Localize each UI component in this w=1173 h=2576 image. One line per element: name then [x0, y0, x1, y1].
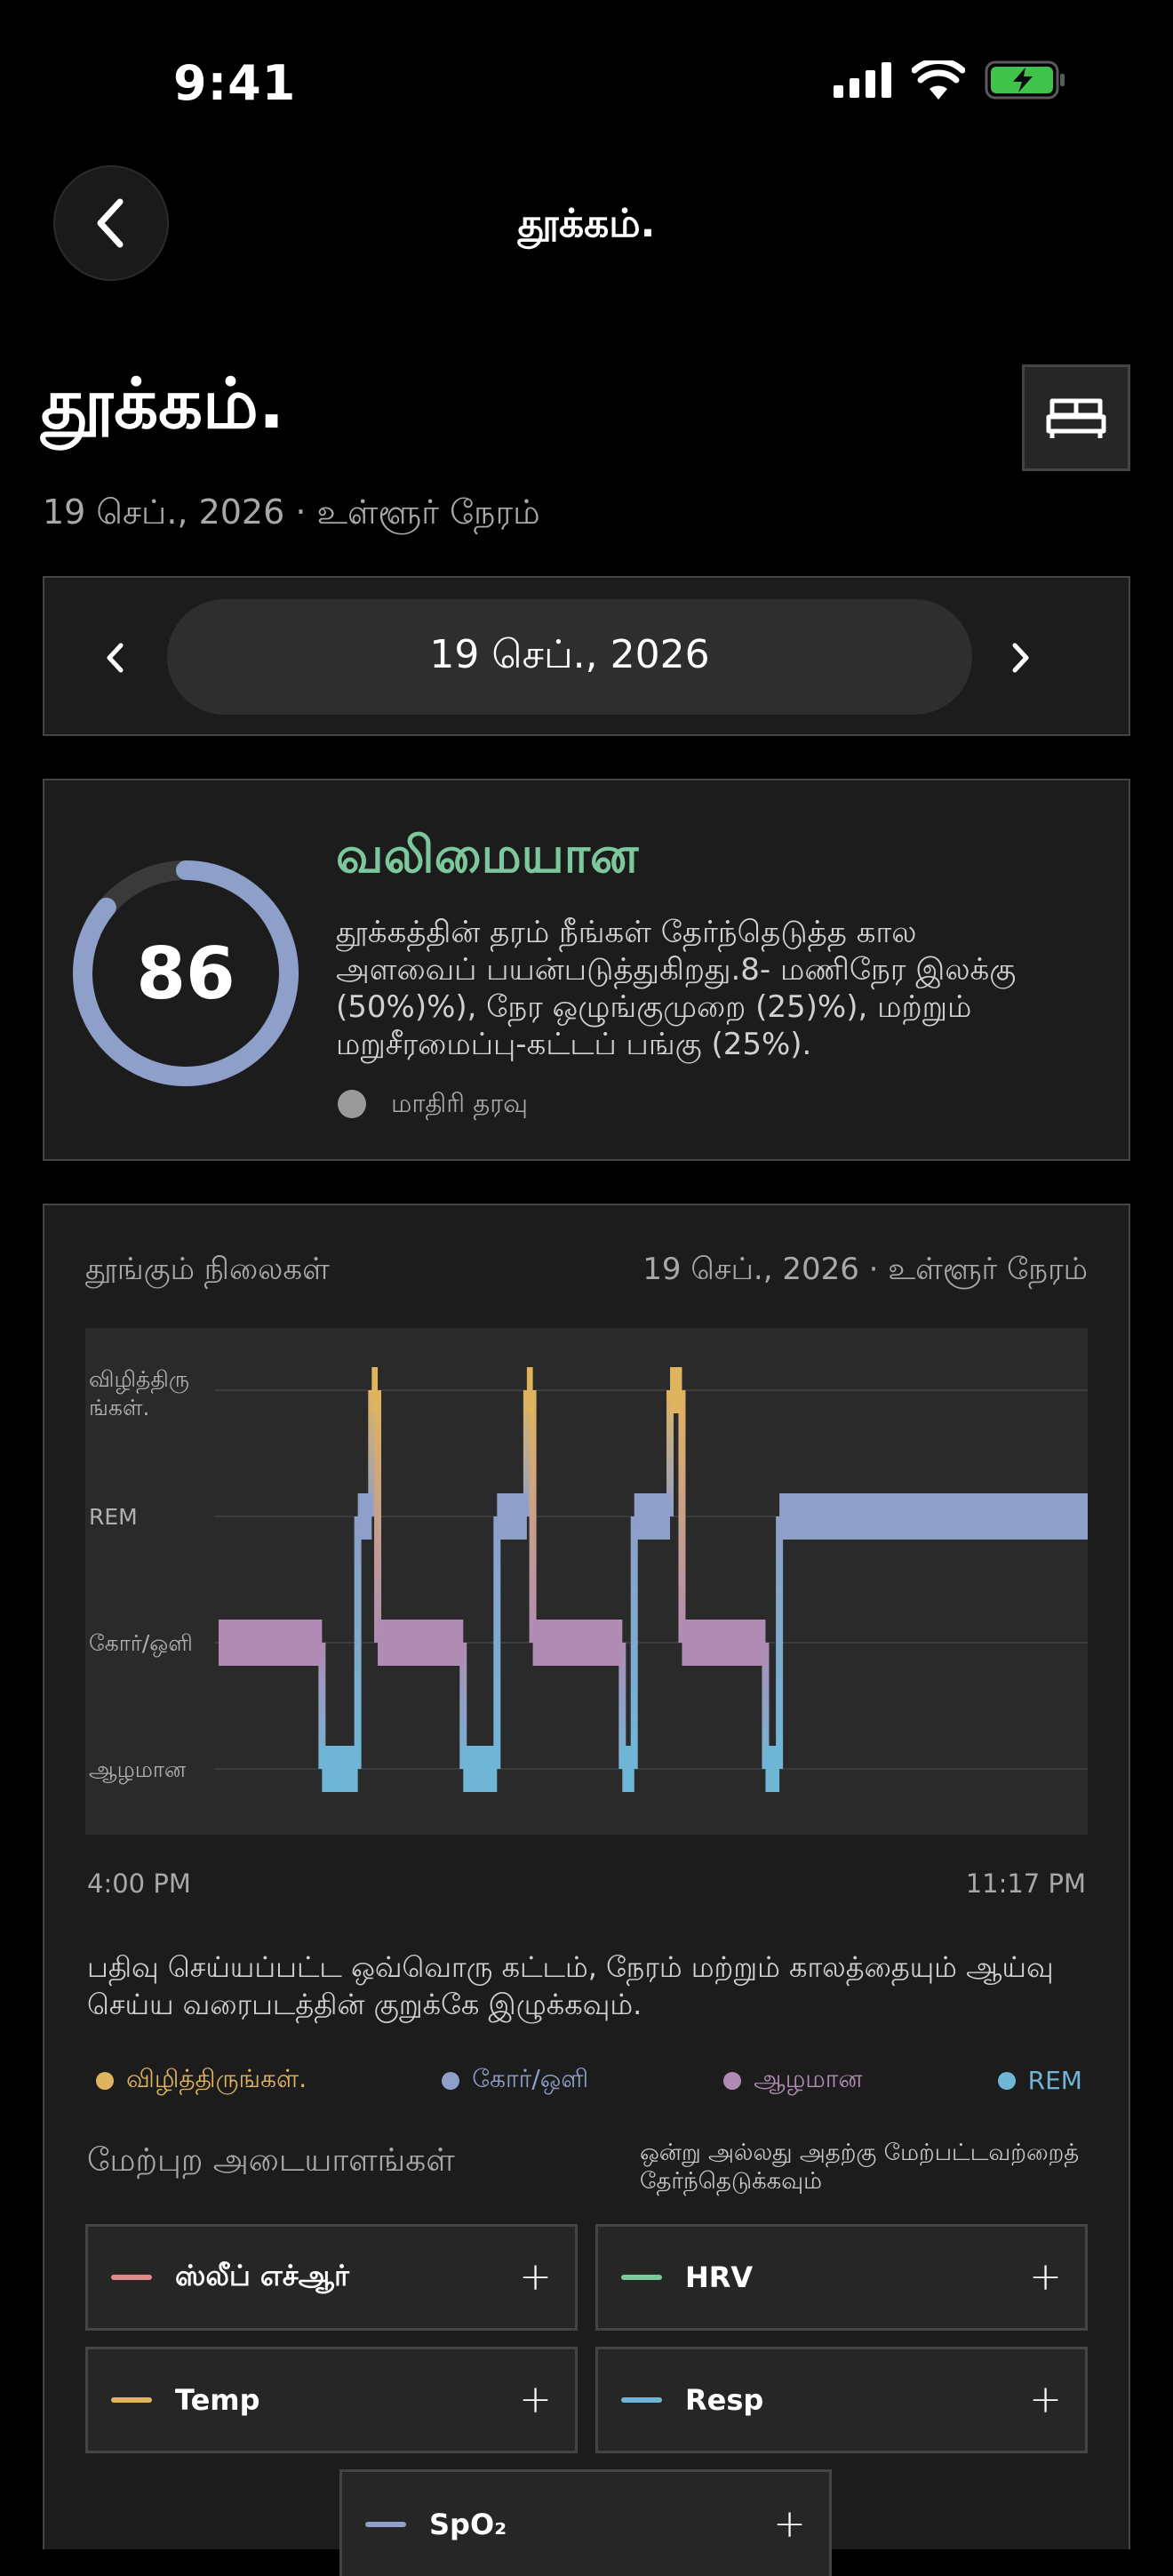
stage-segment[interactable]: [219, 1620, 323, 1666]
stage-segment[interactable]: [682, 1620, 766, 1666]
y-axis-label: கோர்/ஒளி: [89, 1630, 193, 1657]
sleep-score-label: வலிமையான: [336, 827, 639, 884]
stage-segment[interactable]: [378, 1620, 464, 1666]
page-subtitle: 19 செப்., 2026 · உள்ளூர் நேரம்: [43, 492, 540, 532]
legend-label: ஆழமான: [754, 2064, 863, 2093]
overlay-label: ஸ்லீப் எச்ஆர்: [175, 2259, 349, 2292]
overlays-title: மேற்புற அடையாளங்கள்: [87, 2142, 455, 2179]
battery-charging-icon: [985, 60, 1065, 100]
stage-transition: [374, 1390, 382, 1643]
overlay-sleep-hr-button[interactable]: ஸ்லீப் எச்ஆர் +: [85, 2224, 578, 2331]
y-axis-label: REM: [89, 1504, 138, 1530]
chart-instruction: பதிவு செய்யப்பட்ட ஒவ்வொரு கட்டம், நேரம் …: [87, 1950, 1054, 2021]
plus-icon: +: [1029, 2254, 1062, 2300]
stage-segment[interactable]: [670, 1367, 682, 1413]
stage-segment[interactable]: [526, 1367, 533, 1413]
stage-transition: [776, 1516, 784, 1769]
data-source-label: மாதிரி தரவு: [391, 1088, 528, 1118]
stage-segment[interactable]: [634, 1493, 671, 1540]
overlay-label: HRV: [685, 2260, 754, 2294]
legend-label: விழித்திருங்கள்.: [126, 2064, 307, 2093]
overlay-swatch: [365, 2521, 406, 2527]
legend-dot: [442, 2071, 460, 2090]
overlay-label: SpO₂: [429, 2507, 507, 2541]
next-day-button[interactable]: [993, 631, 1047, 684]
signal-icon: [834, 62, 891, 98]
stage-segment[interactable]: [532, 1620, 623, 1666]
overlay-swatch: [621, 2397, 662, 2403]
previous-day-button[interactable]: [89, 631, 142, 684]
stage-transition: [493, 1516, 501, 1769]
stage-segment[interactable]: [765, 1746, 780, 1792]
chart-end-time: 11:17 PM: [965, 1868, 1086, 1899]
chevron-left-icon: [107, 643, 124, 673]
sleep-score-value: 86: [136, 932, 235, 1015]
plus-icon: +: [1029, 2377, 1062, 2422]
chevron-right-icon: [1012, 643, 1029, 673]
y-axis-label: விழித்திரு ங்கள்.: [89, 1366, 189, 1420]
stages-title: தூங்கும் நிலைகள்: [85, 1252, 330, 1287]
overlay-swatch: [111, 2275, 152, 2280]
legend-dot: [96, 2071, 114, 2090]
stage-transition: [354, 1516, 362, 1769]
stages-date: 19 செப்., 2026 · உள்ளூர் நேரம்: [642, 1252, 1088, 1287]
legend-dot: [997, 2071, 1016, 2090]
sleep-score-card: 86 வலிமையான தூக்கத்தின் தரம் நீங்கள் தேர…: [43, 779, 1130, 1161]
date-selector[interactable]: 19 செப்., 2026: [167, 599, 972, 715]
plus-icon: +: [519, 2377, 552, 2422]
source-indicator-dot: [338, 1090, 366, 1118]
overlay-label: Resp: [685, 2383, 764, 2417]
sleep-stages-svg[interactable]: விழித்திரு ங்கள். REM கோர்/ஒளி ஆழமான: [85, 1328, 1088, 1835]
stage-legend: விழித்திருங்கள். கோர்/ஒளி ஆழமான REM: [96, 2064, 1082, 2097]
status-time: 9:41: [173, 55, 297, 111]
stage-segment[interactable]: [357, 1493, 372, 1540]
wifi-icon: [912, 60, 965, 100]
overlay-resp-button[interactable]: Resp +: [595, 2347, 1088, 2453]
sleep-score-description: தூக்கத்தின் தரம் நீங்கள் தேர்ந்தெடுத்த க…: [336, 915, 1017, 1062]
legend-item-rem: REM: [997, 2064, 1082, 2097]
legend-item-awake: விழித்திருங்கள்.: [96, 2064, 307, 2097]
nav-title: தூக்கம்.: [517, 201, 656, 246]
stage-segment[interactable]: [322, 1746, 358, 1792]
stage-segment[interactable]: [779, 1493, 1088, 1540]
legend-item-core: கோர்/ஒளி: [442, 2064, 588, 2097]
stage-transition: [630, 1516, 638, 1769]
legend-label: REM: [1027, 2066, 1082, 2095]
overlay-temp-button[interactable]: Temp +: [85, 2347, 578, 2453]
stage-transition: [678, 1390, 686, 1643]
overlay-label: Temp: [175, 2383, 260, 2417]
legend-label: கோர்/ஒளி: [472, 2064, 589, 2093]
stage-segment[interactable]: [497, 1493, 527, 1540]
stage-segment[interactable]: [622, 1746, 634, 1792]
bed-icon: [1046, 398, 1106, 438]
plus-icon: +: [773, 2500, 806, 2547]
stage-segment[interactable]: [463, 1746, 498, 1792]
legend-item-deep: ஆழமான: [723, 2064, 863, 2097]
page-title: தூக்கம்.: [41, 364, 285, 444]
sleep-schedule-button[interactable]: [1022, 364, 1130, 471]
sleep-stages-chart[interactable]: விழித்திரு ங்கள். REM கோர்/ஒளி ஆழமான: [85, 1328, 1088, 1835]
plus-icon: +: [519, 2254, 552, 2300]
overlay-swatch: [111, 2397, 152, 2403]
sleep-stages-card: தூங்கும் நிலைகள் 19 செப்., 2026 · உள்ளூர…: [43, 1204, 1130, 2576]
legend-dot: [723, 2071, 742, 2090]
stage-segment[interactable]: [371, 1367, 379, 1413]
overlay-swatch: [621, 2275, 662, 2280]
overlays-hint: ஒன்று அல்லது அதற்கு மேற்பட்டவற்றைத் தேர்…: [640, 2140, 1080, 2195]
y-axis-label: ஆழமான: [89, 1756, 187, 1784]
date-navigator: 19 செப்., 2026: [43, 576, 1130, 736]
chart-start-time: 4:00 PM: [87, 1868, 191, 1899]
overlay-hrv-button[interactable]: HRV +: [595, 2224, 1088, 2331]
overlay-spo2-button[interactable]: SpO₂ +: [339, 2469, 832, 2576]
status-icons: [834, 60, 1066, 100]
stage-transition: [529, 1390, 537, 1643]
